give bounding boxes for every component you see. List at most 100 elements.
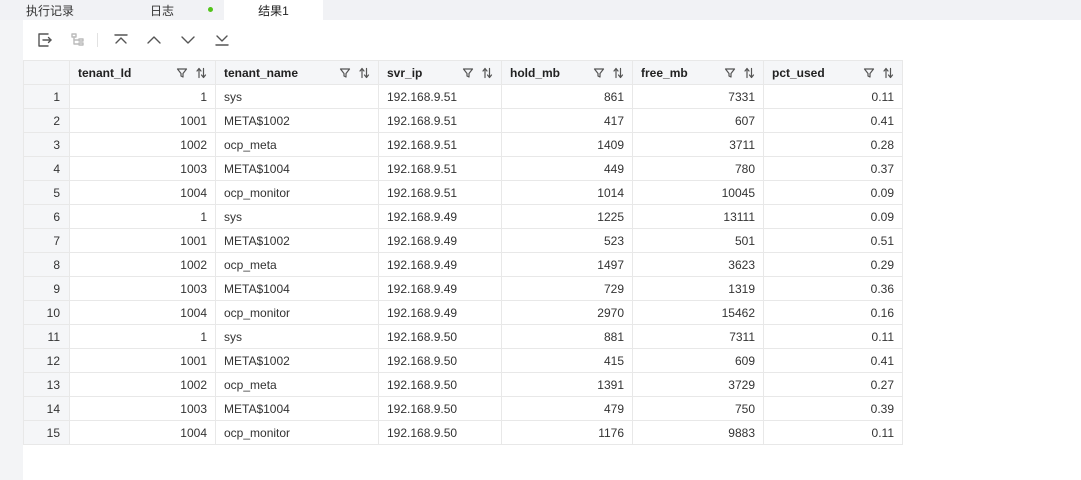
- cell-svr-ip[interactable]: 192.168.9.49: [378, 204, 502, 229]
- cell-tenant-name[interactable]: ocp_meta: [215, 252, 379, 277]
- cell-tenant-id[interactable]: 1001: [69, 108, 216, 133]
- column-header[interactable]: tenant_name: [215, 60, 379, 85]
- cell-hold-mb[interactable]: 415: [501, 348, 633, 373]
- filter-icon[interactable]: [176, 67, 188, 79]
- cell-hold-mb[interactable]: 1014: [501, 180, 633, 205]
- cell-pct-used[interactable]: 0.09: [763, 204, 903, 229]
- cell-hold-mb[interactable]: 479: [501, 396, 633, 421]
- cell-pct-used[interactable]: 0.51: [763, 228, 903, 253]
- cell-tenant-id[interactable]: 1001: [69, 348, 216, 373]
- export-button[interactable]: [35, 31, 53, 49]
- cell-hold-mb[interactable]: 861: [501, 84, 633, 109]
- cell-tenant-name[interactable]: META$1002: [215, 108, 379, 133]
- cell-tenant-id[interactable]: 1: [69, 84, 216, 109]
- cell-tenant-name[interactable]: META$1004: [215, 156, 379, 181]
- filter-icon[interactable]: [724, 67, 736, 79]
- sort-icon[interactable]: [743, 67, 755, 79]
- cell-tenant-name[interactable]: META$1004: [215, 396, 379, 421]
- cell-pct-used[interactable]: 0.27: [763, 372, 903, 397]
- cell-tenant-name[interactable]: ocp_monitor: [215, 180, 379, 205]
- cell-free-mb[interactable]: 10045: [632, 180, 764, 205]
- cell-free-mb[interactable]: 3711: [632, 132, 764, 157]
- cell-free-mb[interactable]: 7311: [632, 324, 764, 349]
- cell-svr-ip[interactable]: 192.168.9.50: [378, 396, 502, 421]
- cell-tenant-id[interactable]: 1003: [69, 276, 216, 301]
- cell-free-mb[interactable]: 607: [632, 108, 764, 133]
- cell-free-mb[interactable]: 750: [632, 396, 764, 421]
- cell-free-mb[interactable]: 609: [632, 348, 764, 373]
- sort-icon[interactable]: [195, 67, 207, 79]
- cell-tenant-name[interactable]: ocp_monitor: [215, 300, 379, 325]
- column-header[interactable]: hold_mb: [501, 60, 633, 85]
- cell-free-mb[interactable]: 780: [632, 156, 764, 181]
- cell-hold-mb[interactable]: 417: [501, 108, 633, 133]
- filter-icon[interactable]: [863, 67, 875, 79]
- table-row[interactable]: 4 1003 META$1004 192.168.9.51 449 780 0.37: [23, 156, 903, 181]
- cell-tenant-id[interactable]: 1001: [69, 228, 216, 253]
- cell-svr-ip[interactable]: 192.168.9.50: [378, 420, 502, 445]
- cell-free-mb[interactable]: 3729: [632, 372, 764, 397]
- cell-tenant-id[interactable]: 1003: [69, 156, 216, 181]
- cell-svr-ip[interactable]: 192.168.9.51: [378, 180, 502, 205]
- cell-hold-mb[interactable]: 523: [501, 228, 633, 253]
- cell-svr-ip[interactable]: 192.168.9.49: [378, 276, 502, 301]
- cell-svr-ip[interactable]: 192.168.9.51: [378, 132, 502, 157]
- cell-pct-used[interactable]: 0.39: [763, 396, 903, 421]
- filter-icon[interactable]: [339, 67, 351, 79]
- cell-pct-used[interactable]: 0.41: [763, 108, 903, 133]
- cell-tenant-id[interactable]: 1004: [69, 420, 216, 445]
- cell-pct-used[interactable]: 0.09: [763, 180, 903, 205]
- table-row[interactable]: 8 1002 ocp_meta 192.168.9.49 1497 3623 0.29: [23, 252, 903, 277]
- cell-tenant-name[interactable]: META$1004: [215, 276, 379, 301]
- cell-pct-used[interactable]: 0.11: [763, 420, 903, 445]
- tab-log[interactable]: 日志: [100, 0, 224, 20]
- filter-icon[interactable]: [593, 67, 605, 79]
- cell-svr-ip[interactable]: 192.168.9.49: [378, 300, 502, 325]
- filter-icon[interactable]: [462, 67, 474, 79]
- column-header[interactable]: free_mb: [632, 60, 764, 85]
- table-row[interactable]: 10 1004 ocp_monitor 192.168.9.49 2970 15462 0.…: [23, 300, 903, 325]
- cell-tenant-id[interactable]: 1004: [69, 180, 216, 205]
- table-row[interactable]: 12 1001 META$1002 192.168.9.50 415 609 0.41: [23, 348, 903, 373]
- table-row[interactable]: 6 1 sys 192.168.9.49 1225 13111 0.09: [23, 204, 903, 229]
- sort-icon[interactable]: [358, 67, 370, 79]
- cell-svr-ip[interactable]: 192.168.9.51: [378, 156, 502, 181]
- column-header[interactable]: tenant_Id: [69, 60, 216, 85]
- cell-tenant-name[interactable]: META$1002: [215, 348, 379, 373]
- cell-tenant-id[interactable]: 1002: [69, 372, 216, 397]
- cell-tenant-name[interactable]: ocp_meta: [215, 372, 379, 397]
- cell-svr-ip[interactable]: 192.168.9.49: [378, 228, 502, 253]
- table-row[interactable]: 14 1003 META$1004 192.168.9.50 479 750 0.39: [23, 396, 903, 421]
- table-row[interactable]: 9 1003 META$1004 192.168.9.49 729 1319 0.36: [23, 276, 903, 301]
- sort-icon[interactable]: [612, 67, 624, 79]
- table-row[interactable]: 15 1004 ocp_monitor 192.168.9.50 1176 9883 0.1…: [23, 420, 903, 445]
- table-row[interactable]: 3 1002 ocp_meta 192.168.9.51 1409 3711 0.28: [23, 132, 903, 157]
- cell-tenant-name[interactable]: sys: [215, 84, 379, 109]
- cell-svr-ip[interactable]: 192.168.9.51: [378, 84, 502, 109]
- cell-svr-ip[interactable]: 192.168.9.50: [378, 348, 502, 373]
- column-header[interactable]: svr_ip: [378, 60, 502, 85]
- cell-hold-mb[interactable]: 449: [501, 156, 633, 181]
- cell-pct-used[interactable]: 0.41: [763, 348, 903, 373]
- table-row[interactable]: 2 1001 META$1002 192.168.9.51 417 607 0.41: [23, 108, 903, 133]
- cell-tenant-name[interactable]: sys: [215, 324, 379, 349]
- previous-row-button[interactable]: [145, 31, 163, 49]
- tab-execution-history[interactable]: 执行记录: [0, 0, 100, 20]
- cell-free-mb[interactable]: 1319: [632, 276, 764, 301]
- cell-tenant-name[interactable]: META$1002: [215, 228, 379, 253]
- cell-pct-used[interactable]: 0.11: [763, 84, 903, 109]
- cell-free-mb[interactable]: 15462: [632, 300, 764, 325]
- first-row-button[interactable]: [112, 31, 130, 49]
- cell-pct-used[interactable]: 0.11: [763, 324, 903, 349]
- column-header[interactable]: pct_used: [763, 60, 903, 85]
- cell-hold-mb[interactable]: 1176: [501, 420, 633, 445]
- table-row[interactable]: 1 1 sys 192.168.9.51 861 7331 0.11: [23, 84, 903, 109]
- cell-tenant-id[interactable]: 1003: [69, 396, 216, 421]
- cell-hold-mb[interactable]: 729: [501, 276, 633, 301]
- tab-result-1[interactable]: 结果1: [224, 0, 323, 20]
- cell-tenant-id[interactable]: 1: [69, 324, 216, 349]
- cell-tenant-name[interactable]: ocp_monitor: [215, 420, 379, 445]
- cell-svr-ip[interactable]: 192.168.9.50: [378, 372, 502, 397]
- cell-hold-mb[interactable]: 881: [501, 324, 633, 349]
- cell-tenant-name[interactable]: ocp_meta: [215, 132, 379, 157]
